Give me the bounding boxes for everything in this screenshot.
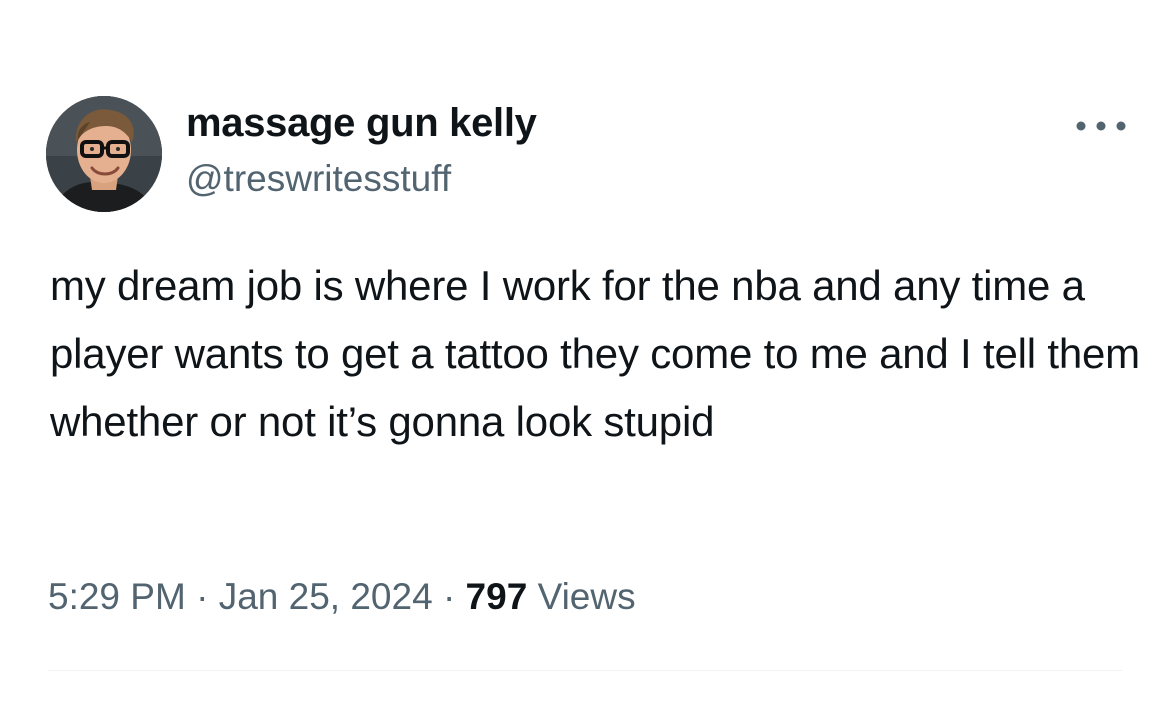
author-handle[interactable]: @treswritesstuff: [186, 156, 451, 202]
tweet-meta: 5:29 PM · Jan 25, 2024 · 797 Views: [48, 574, 636, 620]
more-options-button[interactable]: [1068, 108, 1134, 144]
post-time[interactable]: 5:29 PM: [48, 576, 186, 617]
avatar[interactable]: [46, 96, 162, 212]
tweet: massage gun kelly @treswritesstuff my dr…: [0, 0, 1170, 724]
avatar-image: [46, 96, 162, 212]
meta-separator: ·: [196, 576, 209, 617]
views-count[interactable]: 797: [466, 576, 528, 617]
tweet-text: my dream job is where I work for the nba…: [50, 262, 1140, 445]
author-display-name[interactable]: massage gun kelly: [186, 99, 537, 147]
views-label: Views: [537, 576, 636, 617]
meta-separator: ·: [442, 576, 456, 617]
post-date[interactable]: Jan 25, 2024: [219, 576, 433, 617]
more-horizontal-icon: [1076, 121, 1126, 131]
divider: [48, 670, 1122, 671]
